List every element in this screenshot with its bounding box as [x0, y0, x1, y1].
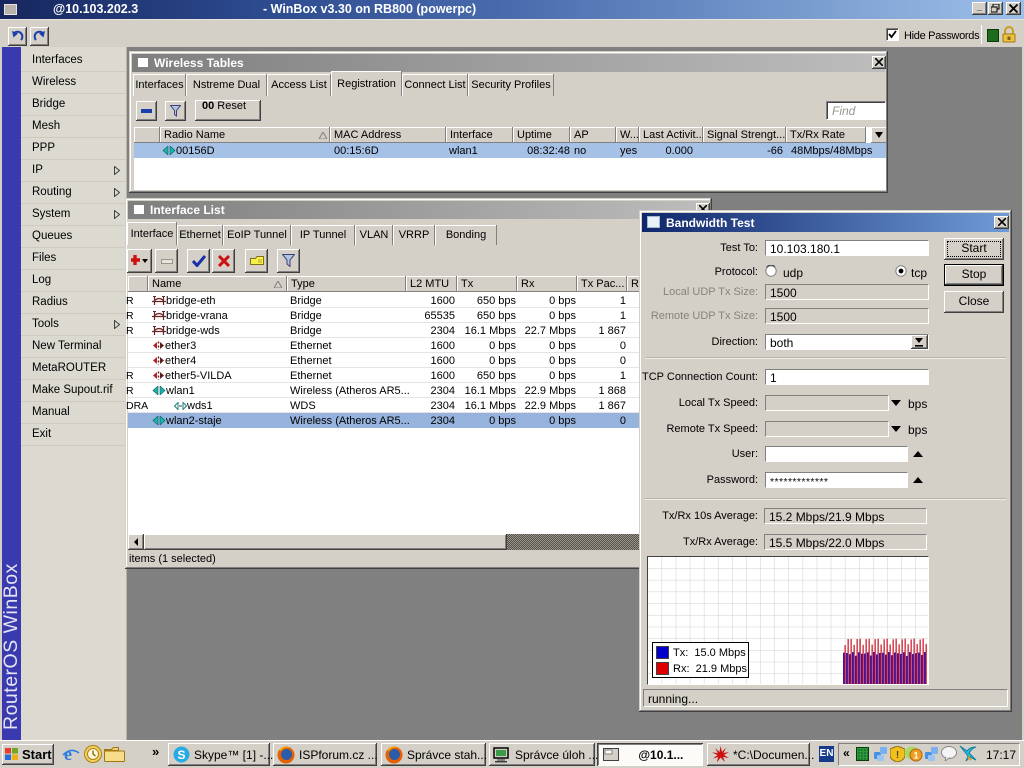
svg-text:RouterOS WinBox: RouterOS WinBox: [2, 563, 21, 730]
svg-text:1: 1: [913, 751, 918, 761]
svg-text:!: !: [896, 750, 899, 761]
svg-text:S: S: [177, 748, 185, 762]
